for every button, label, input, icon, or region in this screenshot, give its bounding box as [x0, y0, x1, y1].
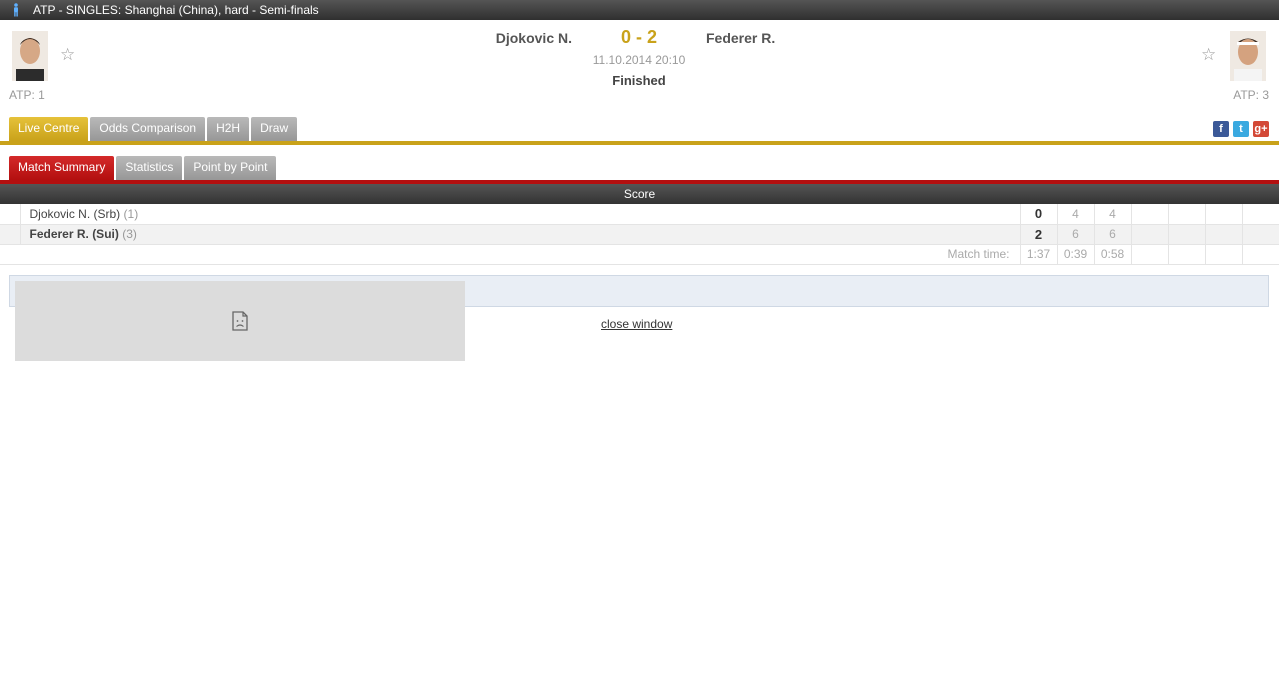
tab-live-centre[interactable]: Live Centre	[9, 117, 89, 141]
match-time-set-2: 0:58	[1093, 244, 1131, 265]
match-time-row: Match time: 1:37 0:39 0:58	[0, 244, 1279, 265]
away-player-rank: ATP: 3	[1233, 88, 1269, 102]
away-player-fullname[interactable]: Federer R. (Sui)	[30, 227, 119, 241]
home-player-fullname[interactable]: Djokovic N. (Srb)	[30, 207, 121, 221]
match-status: Finished	[612, 73, 666, 88]
away-set-3	[1130, 224, 1168, 245]
broken-image-icon	[232, 311, 248, 331]
away-player-cell: Federer R. (Sui) (3)	[20, 224, 1020, 245]
favorite-away-star-icon[interactable]: ☆	[1201, 46, 1216, 63]
match-time-label: Match time:	[0, 244, 1020, 265]
match-time-set-4	[1167, 244, 1205, 265]
away-set-2: 6	[1093, 224, 1131, 245]
match-time-set-3	[1130, 244, 1168, 265]
home-player-seed: (1)	[123, 206, 139, 221]
window-title-bar: ATP - SINGLES: Shanghai (China), hard - …	[0, 0, 1279, 20]
home-player-name[interactable]: Djokovic N.	[452, 30, 572, 46]
home-set-6	[1241, 204, 1279, 225]
away-sets-won: 2	[1019, 224, 1057, 245]
tab-statistics[interactable]: Statistics	[116, 156, 183, 180]
away-player-photo	[1230, 31, 1266, 81]
favorite-home-star-icon[interactable]: ☆	[60, 46, 75, 63]
home-player-photo	[12, 31, 48, 81]
close-window-link[interactable]: close window	[601, 317, 672, 331]
tab-match-summary[interactable]: Match Summary	[9, 156, 115, 180]
home-set-1: 4	[1056, 204, 1094, 225]
match-time-set-6	[1241, 244, 1279, 265]
home-sets-won: 0	[1019, 204, 1057, 225]
row-marker	[0, 224, 21, 245]
away-set-5	[1204, 224, 1242, 245]
match-datetime: 11.10.2014 20:10	[592, 53, 686, 67]
row-marker	[0, 204, 21, 225]
home-player-cell: Djokovic N. (Srb) (1)	[20, 204, 1020, 225]
tab-draw[interactable]: Draw	[251, 117, 298, 141]
tab-h2h[interactable]: H2H	[207, 117, 250, 141]
match-time-set-1: 0:39	[1056, 244, 1094, 265]
away-set-6	[1241, 224, 1279, 245]
away-player-seed: (3)	[122, 227, 137, 241]
away-set-4	[1167, 224, 1205, 245]
google-plus-share-icon[interactable]: g+	[1253, 121, 1269, 137]
match-time-total: 1:37	[1019, 244, 1057, 265]
sub-tabs: Match Summary Statistics Point by Point	[9, 156, 277, 180]
table-row: Federer R. (Sui) (3) 2 6 6	[0, 224, 1279, 245]
table-row: Djokovic N. (Srb) (1) 0 4 4	[0, 204, 1279, 225]
away-set-1: 6	[1056, 224, 1094, 245]
tab-point-by-point[interactable]: Point by Point	[184, 156, 277, 180]
main-tabs: Live Centre Odds Comparison H2H Draw	[9, 117, 298, 141]
facebook-share-icon[interactable]: f	[1213, 121, 1229, 137]
window-title: ATP - SINGLES: Shanghai (China), hard - …	[33, 3, 319, 17]
home-set-2: 4	[1093, 204, 1131, 225]
home-player-rank: ATP: 1	[9, 88, 45, 102]
away-player-name[interactable]: Federer R.	[706, 30, 775, 46]
tennis-player-icon	[14, 3, 18, 17]
score-table: Djokovic N. (Srb) (1) 0 4 4 Federer R. (…	[0, 204, 1279, 265]
match-score: 0 - 2	[620, 27, 658, 47]
score-section-header: Score	[0, 184, 1279, 204]
tab-odds-comparison[interactable]: Odds Comparison	[90, 117, 206, 141]
home-set-3	[1130, 204, 1168, 225]
ad-placeholder	[15, 281, 465, 361]
twitter-share-icon[interactable]: t	[1233, 121, 1249, 137]
match-time-set-5	[1204, 244, 1242, 265]
main-tabs-divider	[0, 141, 1279, 145]
home-set-4	[1167, 204, 1205, 225]
home-set-5	[1204, 204, 1242, 225]
